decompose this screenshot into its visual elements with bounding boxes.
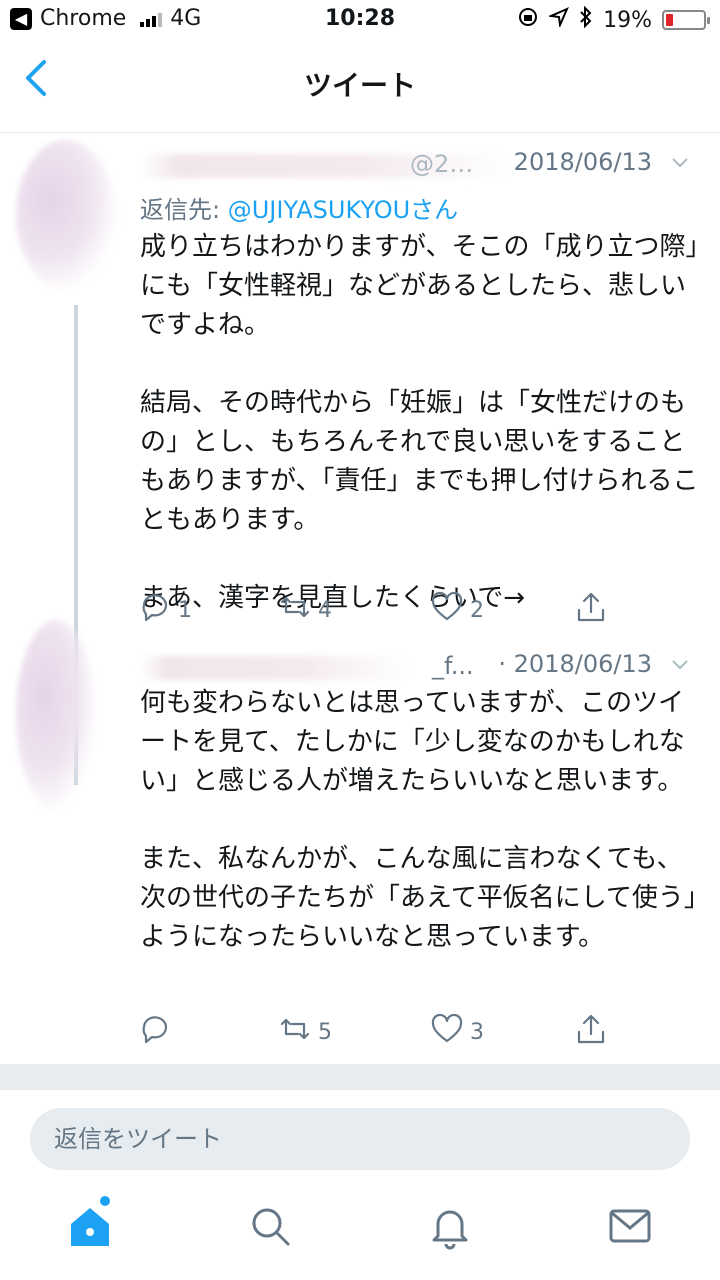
heart-icon (430, 1012, 464, 1052)
retweet-count: 4 (318, 597, 332, 623)
reply-context: 返信先: @UJIYASUKYOUさん (140, 196, 459, 224)
retweet-button[interactable]: 5 (278, 1012, 332, 1052)
reply-input-placeholder: 返信をツイート (54, 1125, 222, 1153)
share-button[interactable] (574, 590, 608, 630)
like-count: 2 (470, 597, 484, 623)
tweet-date[interactable]: · 2018/06/13 (498, 650, 652, 678)
battery-icon (662, 10, 710, 30)
share-button[interactable] (574, 1012, 608, 1052)
reply-mention-link[interactable]: @UJIYASUKYOUさん (228, 196, 458, 224)
home-icon (66, 1208, 114, 1254)
reply-button[interactable] (138, 1012, 178, 1052)
tweet-actions: 5 3 (138, 1012, 618, 1052)
avatar[interactable] (16, 620, 96, 810)
redacted-name[interactable] (140, 656, 410, 680)
like-button[interactable]: 2 (430, 590, 484, 630)
reply-icon (138, 590, 172, 630)
retweet-button[interactable]: 4 (278, 590, 332, 630)
retweet-icon (278, 590, 312, 630)
notifications-icon (426, 1210, 474, 1254)
share-icon (574, 1012, 608, 1052)
avatar[interactable] (16, 140, 116, 290)
tweet-text: 何も変わらないとは思っていますが、このツイートを見て、たしかに「少し変なのかもし… (140, 688, 697, 952)
divider (0, 132, 720, 133)
tweet-date[interactable]: 2018/06/13 (514, 148, 652, 176)
nav-bar: ツイート (0, 40, 720, 124)
rotation-lock-icon (517, 6, 539, 34)
bluetooth-icon (579, 5, 593, 34)
tab-messages[interactable] (606, 1202, 654, 1250)
like-count: 3 (470, 1019, 484, 1045)
tweet-actions: 1 4 2 (138, 590, 618, 630)
chevron-down-icon[interactable] (670, 652, 690, 672)
chevron-down-icon[interactable] (670, 150, 690, 170)
battery-percent: 19% (603, 7, 652, 33)
tweet-handle[interactable]: _f... (432, 652, 474, 680)
reply-icon (138, 1012, 172, 1052)
search-icon (246, 1208, 294, 1254)
retweet-icon (278, 1012, 312, 1052)
new-content-dot (100, 1196, 110, 1206)
tweet-text: 成り立ちはわかりますが、そこの「成り立つ際」にも「女性軽視」などがあるとしたら、… (140, 232, 699, 613)
page-title: ツイート (303, 69, 416, 102)
tab-home[interactable] (66, 1196, 114, 1250)
tab-search[interactable] (246, 1202, 294, 1250)
tab-bar (0, 1190, 720, 1280)
status-bar: ◀ Chrome 4G 10:28 19% (0, 0, 720, 40)
reply-input[interactable]: 返信をツイート (30, 1108, 690, 1170)
section-divider (0, 1064, 720, 1090)
like-button[interactable]: 3 (430, 1012, 484, 1052)
retweet-count: 5 (318, 1019, 332, 1045)
reply-button[interactable]: 1 (138, 590, 192, 630)
reply-count: 1 (178, 597, 192, 623)
location-icon (547, 7, 570, 33)
tweet-handle[interactable]: @2… (410, 150, 473, 178)
share-icon (574, 590, 608, 630)
messages-icon (606, 1209, 654, 1254)
tab-notifications[interactable] (426, 1202, 474, 1250)
heart-icon (430, 590, 464, 630)
